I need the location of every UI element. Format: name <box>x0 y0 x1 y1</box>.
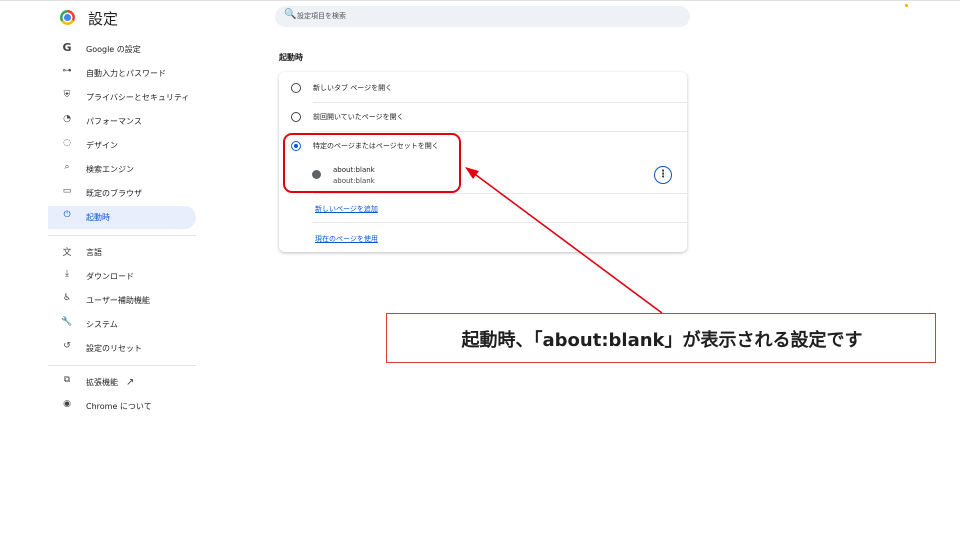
callout-text: 起動時、「about:blank」が表示される設定です <box>461 330 863 351</box>
annotation-arrow-icon <box>465 167 663 314</box>
annotation-callout: 起動時、「about:blank」が表示される設定です <box>386 313 936 363</box>
